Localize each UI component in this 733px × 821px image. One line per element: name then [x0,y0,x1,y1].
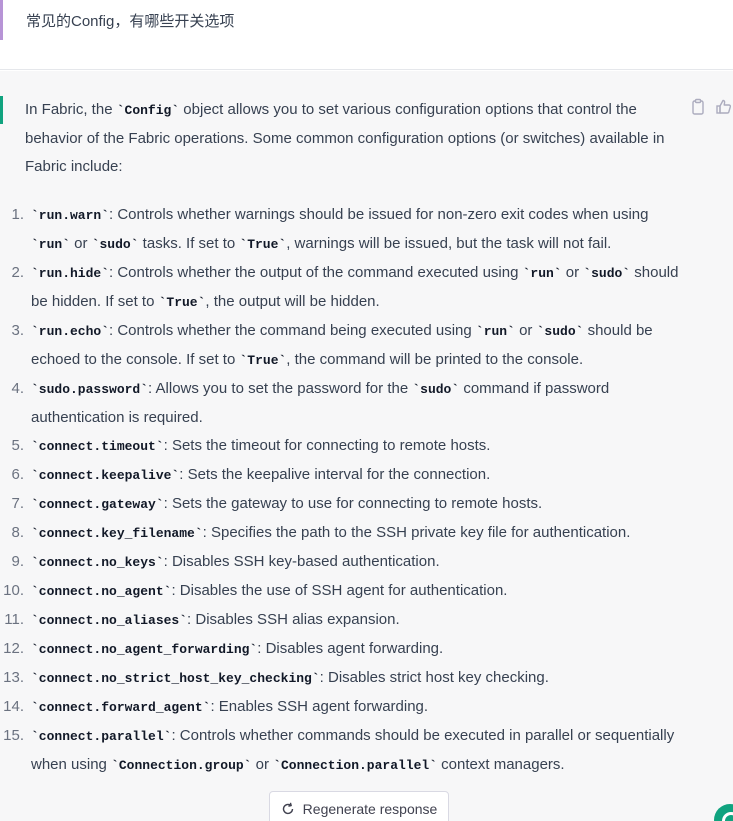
inline-code: `True` [158,295,206,310]
inline-code: `run` [522,266,562,281]
inline-code: `connect.key_filename` [31,526,203,541]
config-option-item: 8. `connect.key_filename`: Specifies the … [11,519,680,548]
text-segment: : Allows you to set the password for the [148,380,413,397]
inline-code: `connect.no_keys` [31,555,164,570]
config-option-item: 7. `connect.gateway`: Sets the gateway to… [11,490,680,519]
inline-code: `True` [239,353,287,368]
config-option-item: 2. `run.hide`: Controls whether the outpu… [11,259,680,317]
inline-code: `run` [475,324,515,339]
config-option-item: 10. `connect.no_agent`: Disables the use … [3,577,680,606]
text-segment: : Controls whether the command being exe… [109,322,476,339]
list-number: 1. [11,206,24,223]
text-segment: , the output will be hidden. [205,293,380,310]
text-segment: : Sets the keepalive interval for the co… [179,466,491,483]
inline-code: `sudo` [583,266,631,281]
inline-code: `run.echo` [31,324,110,339]
intro-paragraph: In Fabric, the `Config` object allows yo… [25,96,680,181]
assistant-message-accent-bar [0,96,3,124]
inline-code: `Connection.group` [111,758,252,773]
text-segment: : Sets the timeout for connecting to rem… [163,437,491,454]
text-segment: : Enables SSH agent forwarding. [210,698,429,715]
text-segment: : Specifies the path to the SSH private … [202,524,631,541]
config-option-item: 4. `sudo.password`: Allows you to set the… [11,375,680,432]
list-number: 10. [3,582,24,599]
inline-code: `connect.forward_agent` [31,700,211,715]
inline-code: `Connection.parallel` [273,758,438,773]
text-segment: : Disables strict host key checking. [319,669,549,686]
inline-code: `connect.no_strict_host_key_checking` [31,671,320,686]
thumbs-up-button[interactable] [715,98,733,116]
config-option-item: 9. `connect.no_keys`: Disables SSH key-ba… [11,548,680,577]
inline-code: `sudo.password` [31,382,149,397]
inline-code: `run` [31,237,71,252]
text-segment: : Sets the gateway to use for connecting… [163,495,543,512]
list-number: 12. [3,640,24,657]
thumbs-up-icon [716,99,732,114]
inline-code: `run.warn` [31,208,110,223]
config-option-item: 5. `connect.timeout`: Sets the timeout fo… [11,432,680,461]
text-segment: context managers. [437,756,565,773]
list-number: 3. [11,322,24,339]
text-segment: or [561,264,584,281]
assistant-message: In Fabric, the `Config` object allows yo… [0,71,733,821]
inline-code: `sudo` [91,237,139,252]
text-segment: : Disables agent forwarding. [257,640,444,657]
copy-button[interactable] [689,98,707,116]
inline-code: `connect.gateway` [31,497,164,512]
assistant-message-content: In Fabric, the `Config` object allows yo… [3,96,680,780]
text-segment: or [514,322,537,339]
inline-code: `connect.no_agent_forwarding` [31,642,258,657]
text-segment: : Disables SSH key-based authentication. [163,553,440,570]
list-number: 6. [11,466,24,483]
regenerate-response-label: Regenerate response [302,801,438,817]
config-option-item: 11. `connect.no_aliases`: Disables SSH al… [4,606,680,635]
text-segment: In Fabric, the [25,101,117,118]
inline-code: `run.hide` [31,266,110,281]
inline-code: `sudo` [412,382,460,397]
list-number: 4. [11,380,24,397]
inline-code: `connect.parallel` [31,729,172,744]
text-segment: : Controls whether the output of the com… [109,264,523,281]
inline-code: `sudo` [536,324,584,339]
text-segment: : Disables SSH alias expansion. [187,611,400,628]
text-segment: , the command will be printed to the con… [286,351,584,368]
list-number: 11. [4,611,24,628]
inline-code: `connect.timeout` [31,439,164,454]
config-option-item: 1. `run.warn`: Controls whether warnings … [11,201,680,259]
inline-code: `connect.keepalive` [31,468,180,483]
config-option-item: 15. `connect.parallel`: Controls whether … [3,722,680,780]
list-number: 5. [11,437,24,454]
text-segment: : Controls whether warnings should be is… [109,206,649,223]
list-number: 7. [11,495,24,512]
list-number: 8. [11,524,24,541]
list-number: 13. [3,669,24,686]
list-number: 2. [11,264,24,281]
message-actions [683,98,733,118]
list-number: 14. [3,698,24,715]
text-segment: , warnings will be issued, but the task … [286,235,612,252]
inline-code: `Config` [116,103,180,118]
inline-code: `connect.no_aliases` [31,613,188,628]
inline-code: `connect.no_agent` [31,584,172,599]
user-message-accent-bar [0,0,3,40]
list-number: 9. [11,553,24,570]
text-segment: tasks. If set to [138,235,240,252]
refresh-icon [282,802,293,815]
clipboard-icon [692,98,704,115]
config-option-item: 14. `connect.forward_agent`: Enables SSH … [3,693,680,722]
config-option-item: 6. `connect.keepalive`: Sets the keepaliv… [11,461,680,490]
text-segment: : Disables the use of SSH agent for auth… [171,582,508,599]
text-segment: or [251,756,274,773]
inline-code: `True` [239,237,287,252]
user-message-text: 常见的Config，有哪些开关选项 [26,13,235,30]
text-segment: or [70,235,92,252]
list-number: 15. [3,727,24,744]
user-message: 常见的Config，有哪些开关选项 [0,0,733,70]
config-option-item: 12. `connect.no_agent_forwarding`: Disabl… [3,635,680,664]
config-option-item: 3. `run.echo`: Controls whether the comma… [11,317,680,375]
regenerate-response-button[interactable]: Regenerate response [269,791,449,821]
config-options-list: 1. `run.warn`: Controls whether warnings … [3,201,680,780]
config-option-item: 13. `connect.no_strict_host_key_checking`… [3,664,680,693]
